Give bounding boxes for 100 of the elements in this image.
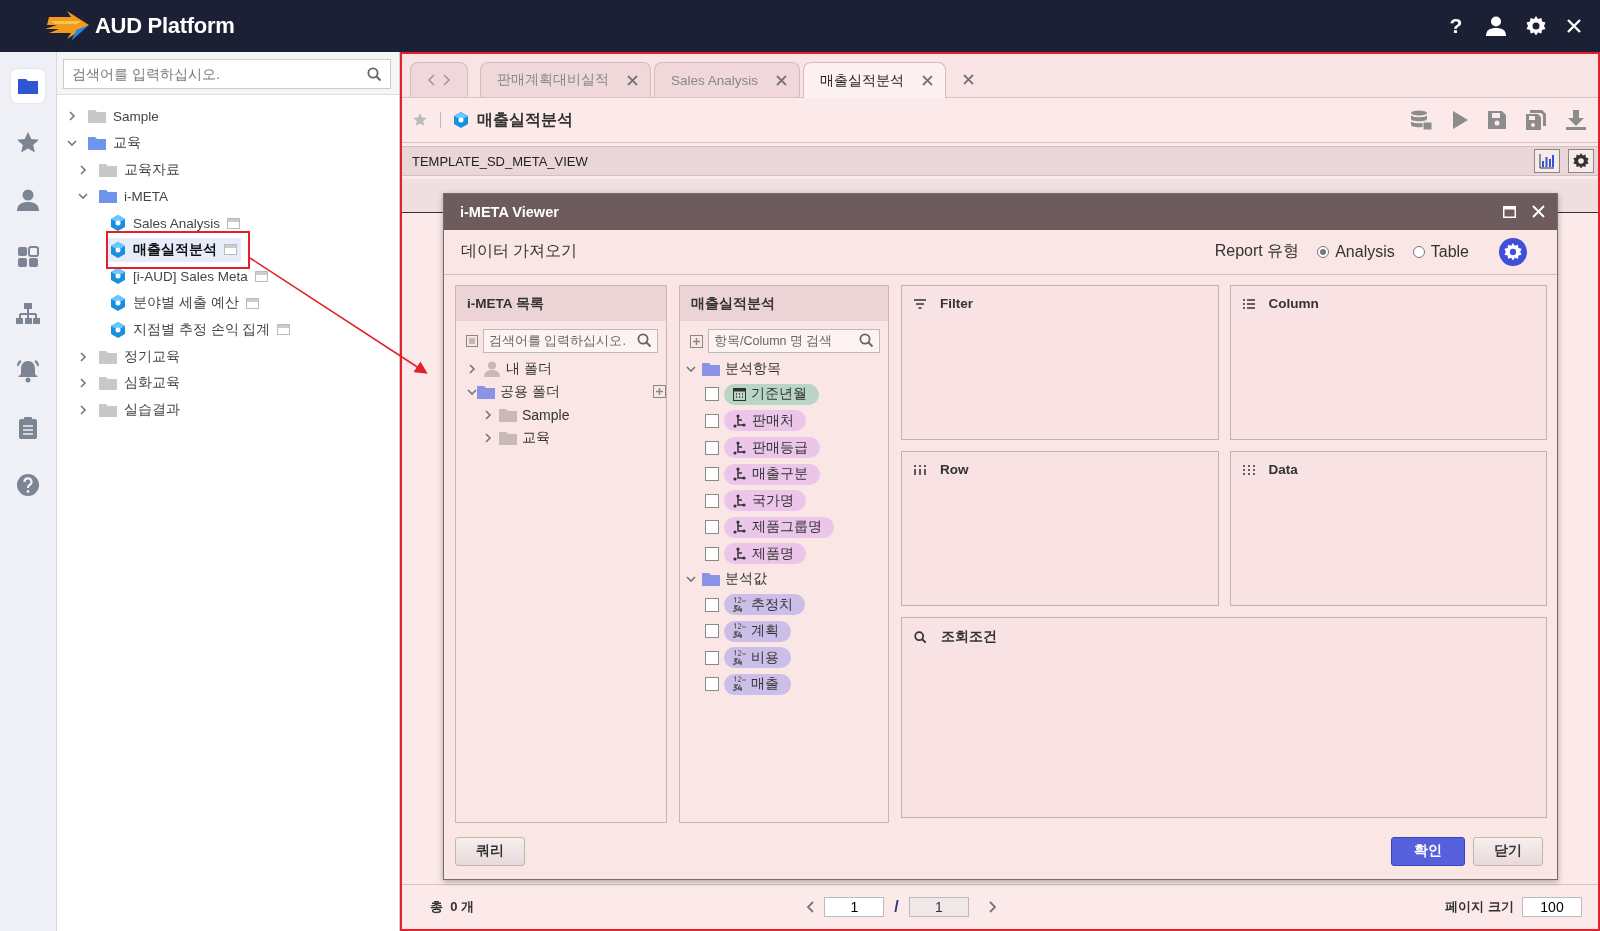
field-chip[interactable]: 비용 (724, 647, 791, 669)
user-icon[interactable] (1486, 16, 1506, 36)
tree-item[interactable]: 지점별 추정 손익 집계 (106, 317, 295, 342)
search-icon (914, 630, 927, 644)
search-field[interactable]: 항목/Column 명 검색 (708, 329, 880, 354)
chevron-icon[interactable] (78, 164, 88, 175)
tree-item[interactable]: 공용 폴더 (477, 382, 666, 401)
field-chip[interactable]: 판매처 (724, 410, 806, 432)
chevron-icon[interactable] (467, 386, 477, 397)
field-chip[interactable]: 국가명 (724, 490, 806, 512)
checkbox[interactable] (705, 440, 719, 455)
tree-item[interactable]: Sample (499, 406, 570, 423)
field-chip[interactable]: 매출구분 (724, 463, 820, 485)
tree-item[interactable]: 교육 (84, 131, 145, 156)
checkbox[interactable] (705, 677, 719, 692)
chevron-icon[interactable] (483, 409, 493, 420)
search-icon[interactable] (859, 333, 874, 349)
checkbox[interactable] (705, 387, 719, 402)
tree-item[interactable]: 교육자료 (95, 157, 184, 182)
settings-icon (1573, 153, 1589, 169)
tree-item[interactable]: 내 폴더 (483, 359, 552, 378)
close-button[interactable]: 닫기 (1473, 836, 1543, 866)
chevron-icon[interactable] (78, 191, 88, 202)
checkbox[interactable] (705, 467, 719, 482)
play-icon[interactable] (1452, 111, 1468, 129)
checkbox[interactable] (705, 413, 719, 428)
field-chip[interactable]: 기준년월 (724, 383, 819, 405)
chevron-icon[interactable] (78, 404, 88, 415)
add-icon[interactable] (653, 385, 666, 399)
checkbox[interactable] (705, 597, 719, 612)
star-icon[interactable] (412, 112, 428, 128)
chevron-icon[interactable] (78, 378, 88, 389)
radio-option[interactable]: Analysis (1317, 242, 1395, 261)
page-size-label: 페이지 크기 (1445, 898, 1514, 916)
tree-item[interactable]: [i-AUD] Sales Meta (106, 265, 272, 288)
hierarchy-icon (733, 440, 747, 455)
total-count: 총 0 개 (430, 898, 475, 916)
tab[interactable]: 매출실적분석 (803, 62, 947, 98)
chevron-icon[interactable] (483, 432, 493, 443)
tree-item[interactable]: 심화교육 (95, 371, 184, 396)
folder-icon (99, 189, 117, 204)
chevron-icon[interactable] (78, 351, 88, 362)
chevron-icon[interactable] (467, 363, 477, 374)
checkbox[interactable] (705, 650, 719, 665)
search-icon[interactable] (637, 333, 652, 349)
hierarchy-icon (733, 546, 747, 561)
search-field[interactable]: 검색어를 입력하십시오. (483, 329, 658, 354)
field-chip[interactable]: 제품그룹명 (724, 516, 834, 538)
template-name: TEMPLATE_SD_META_VIEW (412, 153, 588, 169)
next-page-icon[interactable] (988, 901, 997, 913)
tree-item[interactable]: 분석항목 (702, 360, 781, 379)
tree-item[interactable]: 분석값 (702, 570, 767, 589)
field-chip[interactable]: 제품명 (724, 543, 806, 565)
checkbox[interactable] (705, 624, 719, 639)
next-icon[interactable] (443, 74, 451, 86)
checkbox[interactable] (705, 546, 719, 561)
chevron-icon[interactable] (686, 364, 696, 375)
chevron-icon[interactable] (686, 574, 696, 585)
field-chip[interactable]: 매출 (724, 673, 791, 695)
search-icon[interactable] (367, 67, 382, 82)
ok-button[interactable]: 확인 (1391, 836, 1465, 866)
collapse-icon[interactable] (466, 335, 478, 348)
folder-icon[interactable] (11, 69, 45, 103)
database-icon[interactable] (1410, 110, 1432, 130)
page-size-field[interactable]: 100 (1522, 897, 1582, 917)
tree-item[interactable]: 매출실적분석 (106, 237, 241, 262)
field-chip[interactable]: 추정치 (724, 594, 805, 615)
tree-item[interactable]: 교육 (499, 428, 550, 447)
field-chip[interactable]: 판매등급 (724, 437, 820, 459)
add-icon[interactable] (690, 334, 703, 348)
settings-button[interactable] (1568, 149, 1594, 173)
maximize-icon[interactable] (1503, 205, 1516, 218)
help-button[interactable]: ? (1446, 14, 1466, 38)
tree-item[interactable]: 실습결과 (95, 397, 184, 422)
panel-title: i-META 목록 (467, 294, 544, 313)
dialog-heading: 데이터 가져오기 (461, 241, 579, 262)
tree-item[interactable]: 정기교육 (95, 344, 184, 369)
chevron-icon[interactable] (67, 111, 77, 122)
field-chip[interactable]: 계획 (724, 620, 791, 642)
tree-item[interactable]: Sales Analysis (106, 212, 245, 235)
page-input[interactable]: 1 (824, 897, 885, 917)
settings-icon[interactable] (1526, 16, 1546, 36)
settings-icon[interactable] (1499, 237, 1527, 266)
download-icon[interactable] (1566, 110, 1586, 130)
checkbox[interactable] (705, 520, 719, 535)
radio-option[interactable]: Table (1412, 242, 1469, 261)
chart-button[interactable] (1534, 149, 1560, 173)
previous-page-icon[interactable] (806, 901, 815, 913)
tree-item[interactable]: i-META (95, 185, 172, 207)
query-button[interactable]: 쿼리 (455, 836, 525, 866)
close-all-icon[interactable] (963, 74, 975, 85)
checkbox[interactable] (705, 493, 719, 508)
hierarchy-icon (733, 467, 747, 482)
save-as-icon[interactable] (1526, 110, 1546, 130)
previous-icon[interactable] (427, 74, 435, 86)
chevron-icon[interactable] (67, 138, 77, 149)
tree-item[interactable]: Sample (84, 105, 163, 127)
search-field[interactable]: 검색어를 입력하십시오. (63, 59, 391, 89)
save-icon[interactable] (1488, 111, 1506, 129)
tree-item[interactable]: 분야별 세출 예산 (106, 291, 263, 316)
